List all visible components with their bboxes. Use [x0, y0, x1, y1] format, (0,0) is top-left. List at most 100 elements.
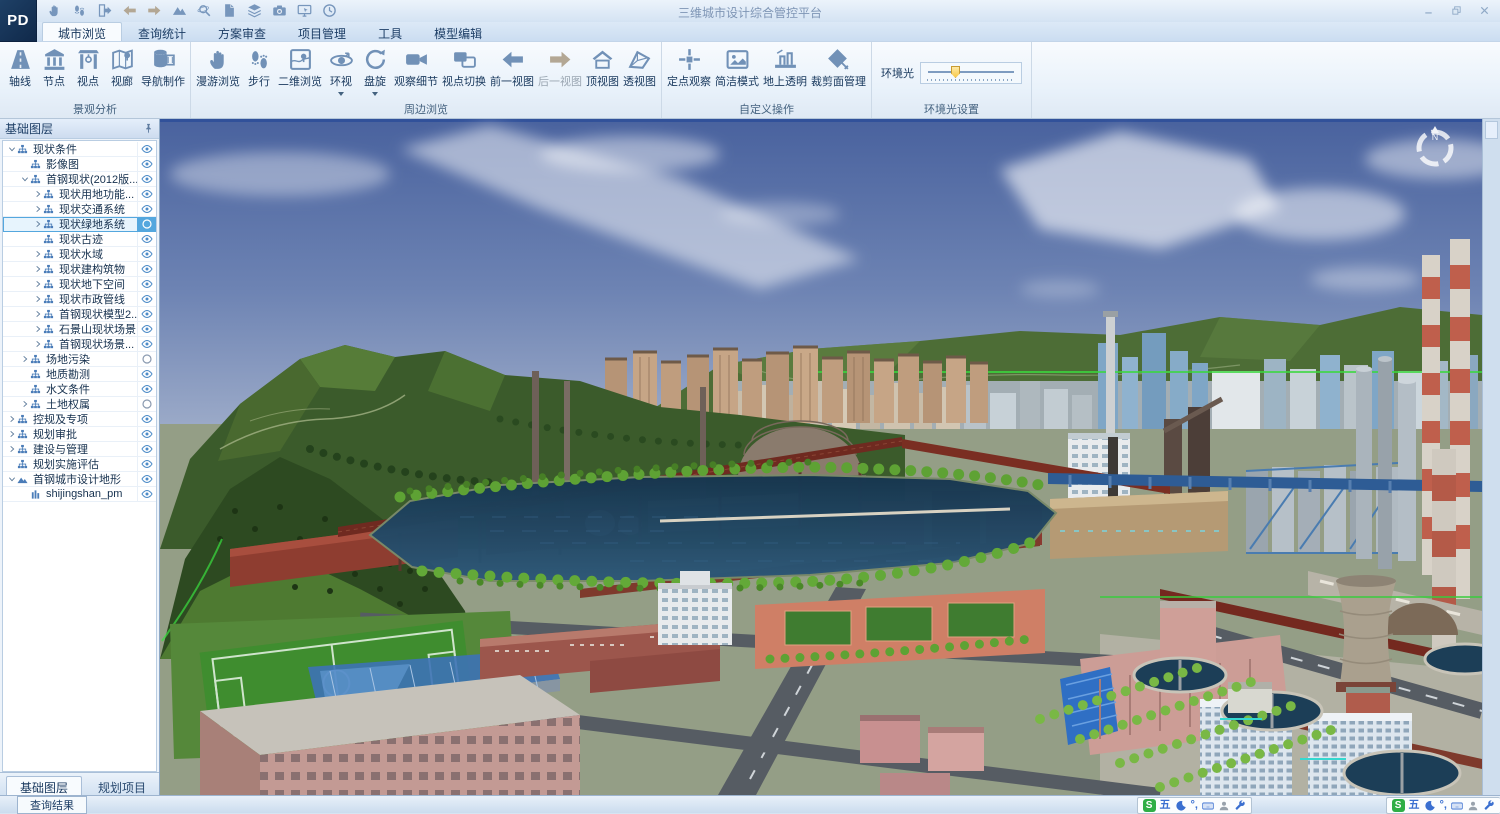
- collapse-icon[interactable]: [6, 475, 17, 483]
- view-corridor-button[interactable]: 视廊: [105, 44, 139, 89]
- pan-hand-icon[interactable]: [46, 2, 63, 19]
- hover-circle-button[interactable]: 盘旋: [358, 44, 392, 96]
- tab-tools[interactable]: 工具: [362, 22, 418, 41]
- tree-node[interactable]: 现状绿地系统: [3, 217, 156, 232]
- document-icon[interactable]: [221, 2, 238, 19]
- tree-node[interactable]: 现状古迹: [3, 232, 156, 247]
- visibility-eye-icon[interactable]: [137, 187, 156, 201]
- query-results-button[interactable]: 查询结果: [17, 796, 87, 814]
- ambient-light-slider[interactable]: [920, 62, 1022, 84]
- forward-arrow-icon[interactable]: [146, 2, 163, 19]
- visibility-eye-icon[interactable]: [137, 142, 156, 156]
- visibility-eye-icon[interactable]: [137, 307, 156, 321]
- clip-plane-manage-button[interactable]: 裁剪面管理: [809, 44, 868, 89]
- look-around-button[interactable]: 环视: [324, 44, 358, 96]
- chevron-down-icon[interactable]: [338, 92, 344, 96]
- panel-tab-base-layers[interactable]: 基础图层: [6, 776, 82, 795]
- expand-icon[interactable]: [32, 220, 43, 228]
- visibility-eye-icon[interactable]: [137, 487, 156, 501]
- visibility-eye-icon[interactable]: [137, 322, 156, 336]
- wubi-mode[interactable]: 五: [1160, 799, 1171, 812]
- above-ground-transparent-button[interactable]: 地上透明: [761, 44, 809, 89]
- viewpoint-switch-button[interactable]: 视点切换: [440, 44, 488, 89]
- tab-project-management[interactable]: 项目管理: [282, 22, 362, 41]
- expand-icon[interactable]: [6, 415, 17, 423]
- visibility-eye-icon[interactable]: [137, 202, 156, 216]
- visibility-eye-icon[interactable]: [137, 427, 156, 441]
- collapse-icon[interactable]: [19, 175, 30, 183]
- visibility-eye-icon[interactable]: [137, 262, 156, 276]
- walk-footprints-icon[interactable]: [71, 2, 88, 19]
- tree-node[interactable]: 现状市政管线: [3, 292, 156, 307]
- soft-keyboard-icon[interactable]: [1202, 800, 1214, 812]
- next-view-button[interactable]: 后一视图: [536, 44, 584, 89]
- cn-en-moon-icon[interactable]: [1175, 800, 1187, 812]
- visibility-eye-icon[interactable]: [137, 292, 156, 306]
- tree-node[interactable]: 现状条件: [3, 142, 156, 157]
- expand-icon[interactable]: [32, 190, 43, 198]
- panel-tab-planning-projects[interactable]: 规划项目: [84, 776, 160, 795]
- visibility-eye-icon[interactable]: [137, 442, 156, 456]
- visibility-eye-icon[interactable]: [137, 157, 156, 171]
- restore-icon[interactable]: [1448, 4, 1464, 17]
- pin-icon[interactable]: [143, 123, 154, 134]
- tab-model-edit[interactable]: 模型编辑: [418, 22, 498, 41]
- sogou-logo-icon[interactable]: S: [1143, 799, 1156, 812]
- tree-node[interactable]: shijingshan_pm: [3, 487, 156, 502]
- tree-node[interactable]: 现状地下空间: [3, 277, 156, 292]
- visibility-eye-icon[interactable]: [137, 367, 156, 381]
- visibility-eye-icon[interactable]: [137, 232, 156, 246]
- expand-icon[interactable]: [32, 265, 43, 273]
- expand-icon[interactable]: [32, 340, 43, 348]
- zoom-inspect-icon[interactable]: [196, 2, 213, 19]
- settings-wrench-icon[interactable]: [1483, 800, 1495, 812]
- collapse-icon[interactable]: [6, 145, 17, 153]
- navigate-exit-icon[interactable]: [96, 2, 113, 19]
- visibility-eye-icon[interactable]: [137, 172, 156, 186]
- expand-icon[interactable]: [32, 325, 43, 333]
- visibility-eye-icon[interactable]: [137, 382, 156, 396]
- expand-icon[interactable]: [32, 310, 43, 318]
- tree-node[interactable]: 首钢现状场景...: [3, 337, 156, 352]
- settings-wrench-icon[interactable]: [1234, 800, 1246, 812]
- tree-node[interactable]: 现状用地功能...: [3, 187, 156, 202]
- tree-node[interactable]: 规划审批: [3, 427, 156, 442]
- expand-icon[interactable]: [32, 280, 43, 288]
- slider-thumb[interactable]: [951, 66, 960, 78]
- account-icon[interactable]: [1218, 800, 1230, 812]
- snapshot-camera-icon[interactable]: [271, 2, 288, 19]
- expand-icon[interactable]: [6, 445, 17, 453]
- scrollbar-top-button[interactable]: [1485, 121, 1498, 139]
- visibility-partial-icon[interactable]: [137, 397, 156, 411]
- viewport-scrollbar[interactable]: [1482, 119, 1500, 795]
- sogou-logo-icon[interactable]: S: [1392, 799, 1405, 812]
- previous-view-button[interactable]: 前一视图: [488, 44, 536, 89]
- account-icon[interactable]: [1467, 800, 1479, 812]
- expand-icon[interactable]: [32, 250, 43, 258]
- back-arrow-icon[interactable]: [121, 2, 138, 19]
- tree-node[interactable]: 控规及专项: [3, 412, 156, 427]
- tree-node[interactable]: 水文条件: [3, 382, 156, 397]
- visibility-partial-icon[interactable]: [137, 352, 156, 366]
- expand-icon[interactable]: [19, 400, 30, 408]
- navigation-making-button[interactable]: 导航制作: [139, 44, 187, 89]
- layers-stack-icon[interactable]: [246, 2, 263, 19]
- tree-node[interactable]: 首钢城市设计地形: [3, 472, 156, 487]
- axis-button[interactable]: 轴线: [3, 44, 37, 89]
- walk-button[interactable]: 步行: [242, 44, 276, 89]
- tab-plan-review[interactable]: 方案审查: [202, 22, 282, 41]
- tree-node[interactable]: 现状水域: [3, 247, 156, 262]
- expand-icon[interactable]: [32, 205, 43, 213]
- viewpoint-button[interactable]: 视点: [71, 44, 105, 89]
- minimize-icon[interactable]: [1420, 4, 1436, 17]
- punctuation-mode[interactable]: °,: [1191, 799, 1198, 812]
- tree-node[interactable]: 场地污染: [3, 352, 156, 367]
- visibility-eye-icon[interactable]: [137, 247, 156, 261]
- chevron-down-icon[interactable]: [372, 92, 378, 96]
- tree-node[interactable]: 土地权属: [3, 397, 156, 412]
- tree-node[interactable]: 影像图: [3, 157, 156, 172]
- tree-node[interactable]: 首钢现状模型2...: [3, 307, 156, 322]
- observe-detail-button[interactable]: 观察细节: [392, 44, 440, 89]
- viewport-3d[interactable]: N: [160, 119, 1482, 795]
- fixed-point-observe-button[interactable]: 定点观察: [665, 44, 713, 89]
